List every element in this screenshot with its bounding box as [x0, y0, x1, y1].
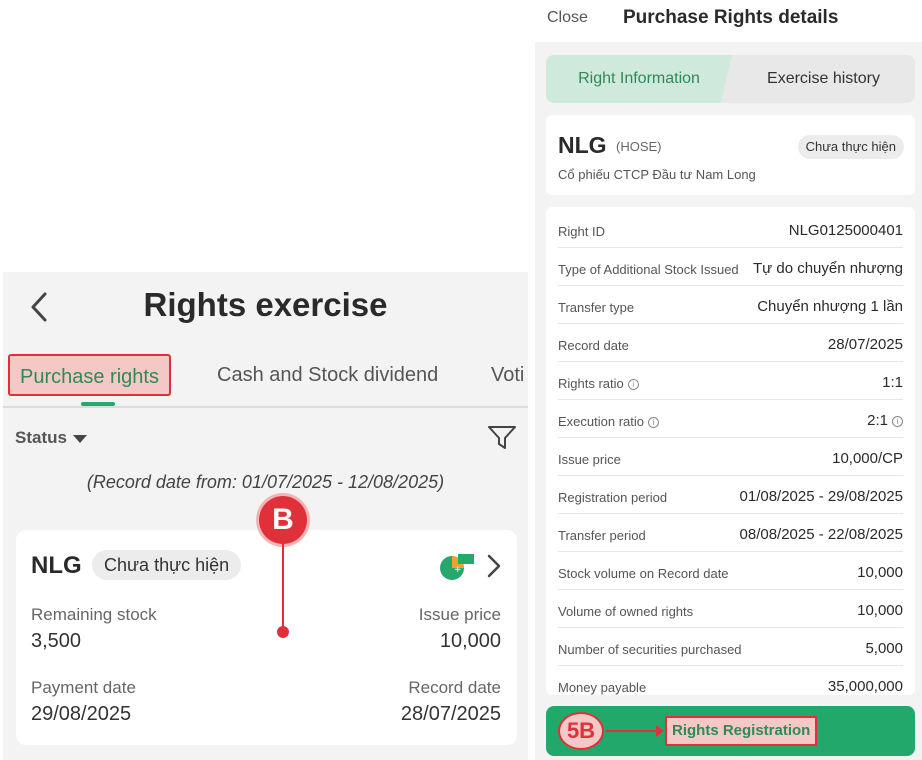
detail-label: Execution ratio i [558, 414, 659, 429]
info-icon[interactable]: i [648, 417, 659, 428]
detail-label: Transfer period [558, 528, 646, 543]
detail-row: Stock volume on Record date 10,000 [558, 552, 903, 590]
detail-value: 5,000 [865, 640, 903, 657]
detail-value: Chuyển nhượng 1 lần [757, 298, 903, 315]
detail-value: NLG0125000401 [788, 222, 903, 239]
detail-label: Type of Additional Stock Issued [558, 262, 739, 277]
close-button[interactable]: Close [547, 9, 588, 27]
detail-label: Registration period [558, 490, 668, 505]
status-badge: Chưa thực hiện [797, 135, 904, 159]
status-badge: Chưa thực hiện [92, 550, 242, 580]
detail-label: Number of securities purchased [558, 642, 742, 657]
detail-value: 35,000,000 [827, 678, 903, 695]
info-icon[interactable]: i [892, 416, 903, 427]
detail-row: Right ID NLG0125000401 [558, 210, 903, 248]
segmented-control: Right Information Exercise history [546, 55, 915, 103]
tab-purchase-rights[interactable]: Purchase rights [8, 354, 171, 396]
detail-row: Money payable 35,000,000 [558, 666, 903, 695]
detail-label: Volume of owned rights [558, 604, 694, 619]
tab-bar: Purchase rights Cash and Stock dividend … [3, 354, 528, 408]
detail-value: 2:1 i [867, 412, 903, 429]
filter-icon[interactable] [487, 424, 517, 452]
record-date-range: (Record date from: 01/07/2025 - 12/08/20… [86, 472, 445, 492]
detail-value: Tự do chuyển nhượng [752, 260, 903, 277]
detail-value: 10,000 [857, 564, 903, 581]
detail-label: Money payable [558, 680, 647, 695]
detail-row: Rights ratio i 1:1 [558, 362, 903, 400]
detail-row: Type of Additional Stock Issued Tự do ch… [558, 248, 903, 286]
rights-registration-button[interactable]: Rights Registration [665, 716, 818, 746]
tab-cash-and-stock-dividend[interactable]: Cash and Stock dividend [217, 354, 438, 396]
detail-value: 01/08/2025 - 29/08/2025 [739, 488, 903, 505]
detail-label: Right ID [558, 224, 605, 239]
detail-value: 28/07/2025 [827, 336, 903, 353]
tab-voting[interactable]: Voti [491, 354, 524, 396]
page-title: Rights exercise [143, 286, 388, 323]
details-header: Close Purchase Rights details [535, 0, 922, 42]
issue-price-label: Issue price [418, 605, 501, 624]
record-date-label: Record date [408, 678, 501, 697]
rights-card[interactable]: NLG Chưa thực hiện + Remaining stock 3,5… [16, 530, 517, 745]
stock-code: NLG [31, 552, 82, 579]
stock-name: Cổ phiếu CTCP Đầu tư Nam Long [558, 167, 756, 182]
callout-b-marker: B [259, 496, 307, 544]
stock-exchange: (HOSE) [616, 139, 662, 154]
detail-row: Execution ratio i 2:1 i [558, 400, 903, 438]
detail-row: Transfer type Chuyển nhượng 1 lần [558, 286, 903, 324]
details-title: Purchase Rights details [623, 7, 839, 28]
tab-exercise-history[interactable]: Exercise history [732, 55, 915, 103]
details-list: Right ID NLG0125000401 Type of Additiona… [546, 207, 915, 695]
status-dropdown[interactable]: Status [15, 428, 87, 448]
pie-chart-icon: + [440, 554, 474, 580]
detail-row: Issue price 10,000/CP [558, 438, 903, 476]
payment-date-value: 29/08/2025 [31, 703, 132, 725]
detail-value: 08/08/2025 - 22/08/2025 [739, 526, 903, 543]
purchase-rights-details-screen: Close Purchase Rights details Right Info… [535, 0, 922, 760]
chevron-right-icon[interactable] [486, 552, 502, 580]
detail-label: Rights ratio i [558, 376, 639, 391]
remaining-stock-label: Remaining stock [31, 605, 157, 624]
issue-price-value: 10,000 [439, 630, 501, 652]
detail-row: Number of securities purchased 5,000 [558, 628, 903, 666]
header: Rights exercise [3, 272, 528, 344]
stock-code: NLG [558, 132, 607, 158]
detail-label: Issue price [558, 452, 621, 467]
detail-value: 10,000 [857, 602, 903, 619]
callout-b-line [282, 544, 284, 630]
stock-summary: NLG (HOSE) Chưa thực hiện Cổ phiếu CTCP … [546, 115, 915, 195]
screen: Rights exercise Purchase rights Cash and… [0, 0, 922, 760]
active-tab-indicator [81, 402, 115, 406]
arrow-right-icon [656, 725, 664, 737]
status-label: Status [15, 428, 67, 447]
registration-bar: 5B Rights Registration [546, 706, 915, 756]
detail-row: Record date 28/07/2025 [558, 324, 903, 362]
detail-label: Stock volume on Record date [558, 566, 729, 581]
svg-text:+: + [454, 565, 462, 575]
remaining-stock-value: 3,500 [31, 630, 82, 652]
tab-right-information[interactable]: Right Information [546, 55, 732, 103]
callout-5b-arrow [606, 730, 658, 732]
callout-5b-marker: 5B [558, 712, 604, 750]
payment-date-label: Payment date [31, 678, 136, 697]
detail-label: Record date [558, 338, 629, 353]
record-date-value: 28/07/2025 [400, 703, 501, 725]
callout-b-dot [277, 626, 289, 638]
detail-value: 10,000/CP [832, 450, 903, 467]
info-icon[interactable]: i [627, 379, 639, 390]
detail-row: Transfer period 08/08/2025 - 22/08/2025 [558, 514, 903, 552]
detail-row: Registration period 01/08/2025 - 29/08/2… [558, 476, 903, 514]
detail-row: Volume of owned rights 10,000 [558, 590, 903, 628]
detail-value: 1:1 [882, 374, 903, 391]
caret-down-icon [72, 434, 87, 443]
detail-label: Transfer type [558, 300, 635, 315]
